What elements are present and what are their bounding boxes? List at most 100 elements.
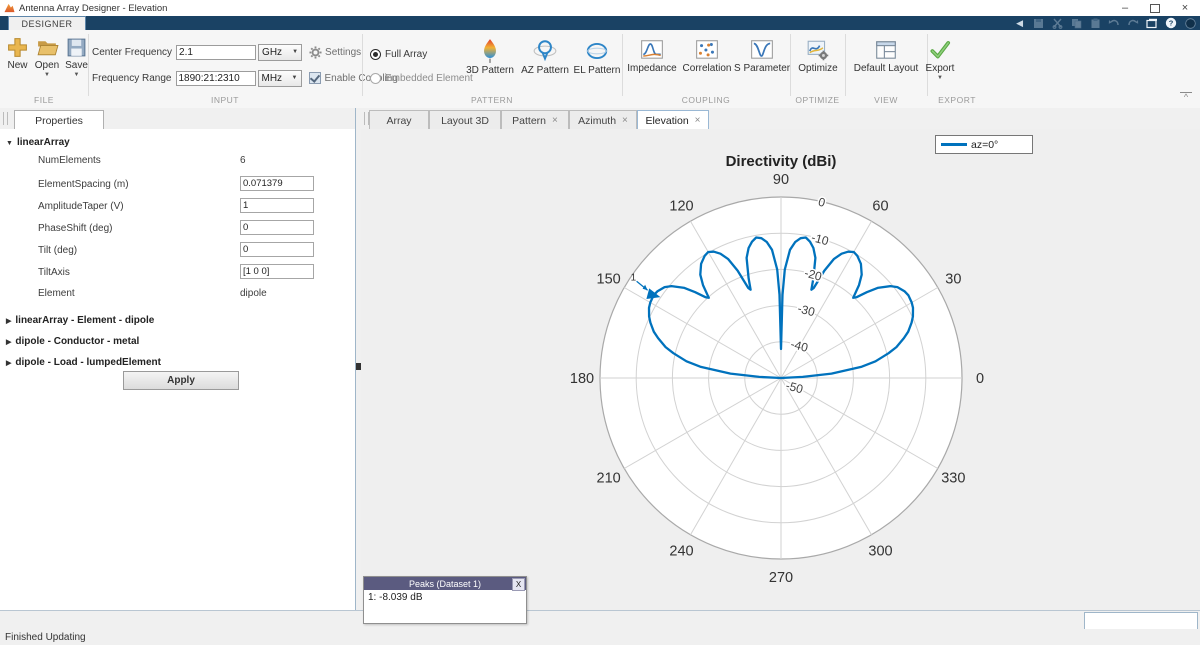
new-label: New (7, 60, 28, 71)
ribbon-tab-strip: DESIGNER ◀ ? (0, 16, 1200, 31)
save-dropdown-icon[interactable]: ▼ (63, 72, 90, 78)
chevron-down-icon: ▼ (291, 75, 298, 81)
tab-array[interactable]: Array (369, 110, 429, 130)
prop-input-phaseshift[interactable] (240, 220, 314, 235)
open-button[interactable]: Open ▼ (33, 36, 61, 78)
az-pattern-label: AZ Pattern (521, 65, 569, 76)
impedance-icon (641, 40, 663, 59)
legend[interactable]: az=0° (935, 135, 1033, 154)
peaks-close-button[interactable]: X (512, 578, 525, 591)
save-label: Save (65, 60, 88, 71)
collapse-ribbon-icon[interactable]: ^ (1180, 92, 1192, 103)
gear-icon (309, 45, 322, 59)
az-pattern-button[interactable]: AZ Pattern (518, 38, 572, 76)
group-conductor-metal[interactable]: ▶ dipole - Conductor - metal (6, 336, 139, 347)
s-parameter-label: S Parameter (734, 63, 791, 74)
tab-azimuth[interactable]: Azimuth × (569, 110, 637, 130)
angular-tick-label: 270 (769, 570, 793, 586)
prop-label-phaseshift: PhaseShift (deg) (38, 223, 113, 234)
prop-value-element: dipole (240, 288, 267, 299)
prop-input-tilt[interactable] (240, 242, 314, 257)
tab-properties[interactable]: Properties (14, 110, 104, 130)
maximize-icon (1150, 3, 1160, 13)
new-button[interactable]: New (4, 36, 31, 71)
frequency-range-input[interactable] (175, 70, 256, 86)
prop-label-tilt: Tilt (deg) (38, 245, 78, 256)
panel-grip[interactable] (3, 112, 8, 125)
default-layout-button[interactable]: Default Layout (848, 38, 924, 74)
tab-elevation[interactable]: Elevation × (637, 110, 709, 130)
group-element-dipole[interactable]: ▶ linearArray - Element - dipole (6, 315, 154, 326)
default-layout-label: Default Layout (853, 63, 919, 74)
center-frequency-unit-select[interactable]: GHz ▼ (258, 43, 303, 61)
close-icon[interactable]: × (695, 115, 701, 126)
peaks-panel[interactable]: Peaks (Dataset 1) X 1: -8.039 dB (363, 576, 527, 624)
export-icon (930, 41, 951, 59)
settings-button[interactable]: Settings (309, 45, 361, 59)
angular-tick-label: 300 (868, 543, 892, 559)
open-dropdown-icon[interactable]: ▼ (33, 72, 61, 78)
correlation-label: Correlation (682, 63, 732, 74)
quick-access-toolbar: ◀ ? (1016, 17, 1196, 29)
3d-pattern-button[interactable]: 3D Pattern (462, 38, 518, 76)
qa-redo-icon[interactable] (1127, 18, 1139, 29)
polar-plot[interactable]: 103060901201501802102402703003300-10-20-… (361, 129, 1200, 610)
qa-save-icon[interactable] (1032, 18, 1044, 29)
peaks-title: Peaks (Dataset 1) (408, 578, 482, 589)
export-button[interactable]: Export ▼ (916, 38, 964, 81)
angular-tick-label: 330 (941, 471, 965, 487)
status-bar: Finished Updating (0, 629, 1200, 645)
matlab-logo-icon (4, 3, 15, 13)
qa-cut-icon[interactable] (1051, 18, 1063, 29)
qa-layout-icon[interactable] (1146, 18, 1158, 29)
optimize-button[interactable]: Optimize (794, 38, 842, 74)
close-button[interactable]: × (1170, 0, 1200, 16)
embedded-element-label: Embedded Element (385, 72, 473, 84)
angular-tick-label: 0 (976, 371, 984, 387)
full-array-radio[interactable]: Full Array (370, 46, 427, 62)
radio-selected-icon (370, 48, 381, 60)
tab-pattern[interactable]: Pattern × (501, 110, 569, 130)
correlation-button[interactable]: Correlation (680, 38, 734, 74)
peaks-header[interactable]: Peaks (Dataset 1) X (364, 577, 526, 591)
minimize-button[interactable]: – (1110, 0, 1140, 16)
prop-input-tiltaxis[interactable] (240, 264, 314, 279)
center-frequency-label: Center Frequency (92, 46, 173, 58)
section-input: INPUT (211, 95, 239, 105)
qa-undo-icon[interactable] (1108, 18, 1120, 29)
impedance-button[interactable]: Impedance (626, 38, 678, 74)
maximize-button[interactable] (1140, 0, 1170, 16)
qa-chevron-icon[interactable]: ◀ (1016, 18, 1023, 29)
expanded-icon: ▼ (6, 140, 13, 147)
close-icon[interactable]: × (552, 115, 558, 126)
optimize-label: Optimize (798, 63, 838, 74)
prop-input-amplitudetaper[interactable] (240, 198, 314, 213)
save-button[interactable]: Save ▼ (63, 36, 90, 78)
qa-copy-icon[interactable] (1070, 18, 1082, 29)
qa-resources-icon[interactable] (1184, 17, 1196, 29)
angular-tick-label: 210 (597, 471, 621, 487)
main-area: Properties ▼ linearArray NumElements 6 El… (0, 108, 1200, 610)
prop-label-elementspacing: ElementSpacing (m) (38, 179, 129, 190)
center-frequency-input[interactable] (176, 44, 257, 60)
tab-designer[interactable]: DESIGNER (8, 16, 86, 31)
frequency-range-unit-select[interactable]: MHz ▼ (257, 69, 302, 87)
lineararray-section-header[interactable]: ▼ linearArray (6, 137, 70, 148)
el-pattern-icon (586, 42, 608, 60)
group-load-lumpedelement[interactable]: ▶ dipole - Load - lumpedElement (6, 357, 161, 368)
embedded-element-radio[interactable]: Embedded Element (370, 70, 473, 86)
apply-button[interactable]: Apply (123, 371, 239, 390)
center-frequency-row: Center Frequency GHz ▼ Settings (92, 43, 361, 61)
prop-input-elementspacing[interactable] (240, 176, 314, 191)
qa-help-icon[interactable]: ? (1165, 17, 1177, 29)
section-divider (622, 34, 623, 96)
el-pattern-button[interactable]: EL Pattern (572, 38, 622, 76)
s-parameter-button[interactable]: S Parameter (734, 38, 790, 74)
open-label: Open (34, 60, 60, 71)
optimize-icon (807, 40, 829, 61)
close-icon[interactable]: × (622, 115, 628, 126)
export-dropdown-icon[interactable]: ▼ (916, 75, 964, 81)
qa-paste-icon[interactable] (1089, 18, 1101, 29)
section-divider (362, 34, 363, 96)
tab-layout-3d[interactable]: Layout 3D (429, 110, 501, 130)
